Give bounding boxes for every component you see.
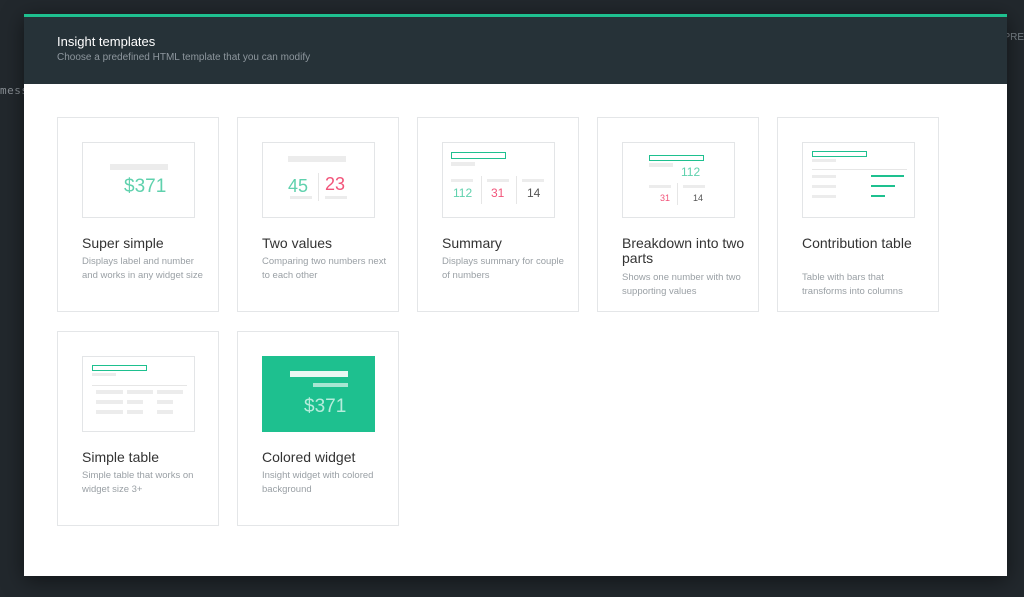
- preview-row-label: [812, 175, 836, 178]
- template-title: Colored widget: [262, 449, 356, 465]
- preview-col-bar: [451, 179, 473, 182]
- template-description: Table with bars that transforms into col…: [802, 272, 903, 297]
- preview-left-value: 45: [288, 176, 309, 196]
- preview-cell: [157, 410, 173, 414]
- summary-preview: 112 31 14: [442, 142, 555, 218]
- preview-value: $371: [124, 176, 167, 197]
- template-card-simple-table[interactable]: Simple table Simple table that works on …: [57, 331, 219, 526]
- contribution-table-preview: [802, 142, 915, 218]
- template-title: Simple table: [82, 449, 160, 465]
- insight-templates-modal: Insight templates Choose a predefined HT…: [24, 14, 1007, 576]
- preview-row-bar: [871, 175, 904, 177]
- preview-title-outline: [92, 365, 147, 371]
- preview-label-bar: [110, 164, 168, 170]
- preview-row-label: [812, 185, 836, 188]
- preview-row-bar: [871, 195, 885, 197]
- preview-right-value: 14: [693, 193, 704, 203]
- preview-row-label: [812, 195, 836, 198]
- preview-divider: [516, 176, 517, 204]
- template-card-contribution-table[interactable]: Contribution table Table with bars that …: [777, 117, 939, 312]
- preview-row-line: [92, 385, 187, 386]
- modal-title: Insight templates: [57, 34, 156, 49]
- super-simple-preview: $371: [82, 142, 195, 218]
- preview-row-bar: [871, 185, 895, 187]
- preview-col-bar: [649, 185, 671, 188]
- preview-sub-bar: [451, 162, 475, 166]
- template-card-super-simple[interactable]: $371 Super simple Displays label and num…: [57, 117, 219, 312]
- preview-sub-bar: [325, 196, 347, 199]
- preview-sub-bar: [92, 373, 116, 376]
- template-card-summary[interactable]: 112 31 14 Summary Displays summary for c…: [417, 117, 579, 312]
- preview-value: $371: [304, 396, 347, 417]
- template-title: Breakdown into two parts: [622, 235, 745, 266]
- preview-col-bar: [487, 179, 509, 182]
- modal-header: Insight templates Choose a predefined HT…: [24, 14, 1007, 84]
- template-title: Super simple: [82, 235, 164, 251]
- two-values-preview: 45 23: [262, 142, 375, 218]
- template-description: Simple table that works on widget size 3…: [82, 470, 194, 495]
- preview-cell: [96, 400, 123, 404]
- preview-divider: [481, 176, 482, 204]
- preview-value-c: 14: [527, 186, 541, 200]
- template-description: Comparing two numbers next to each other: [262, 256, 387, 281]
- modal-subtitle: Choose a predefined HTML template that y…: [57, 52, 311, 63]
- preview-value-a: 112: [453, 186, 473, 200]
- preview-label-bar: [288, 156, 346, 162]
- colored-widget-preview: $371: [262, 356, 375, 432]
- preview-main-value: 112: [681, 165, 701, 179]
- preview-value-b: 31: [491, 186, 505, 200]
- preview-title-outline: [451, 152, 506, 159]
- preview-divider: [318, 173, 319, 201]
- preview-sub-bar: [313, 383, 348, 387]
- template-description: Insight widget with colored background: [262, 470, 374, 495]
- preview-cell: [96, 410, 123, 414]
- preview-title-outline: [812, 151, 867, 157]
- preview-cell: [127, 410, 143, 414]
- preview-left-value: 31: [660, 193, 671, 203]
- preview-cell: [157, 390, 183, 394]
- preview-col-bar: [683, 185, 705, 188]
- preview-divider: [677, 183, 678, 205]
- template-card-colored-widget[interactable]: $371 Colored widget Insight widget with …: [237, 331, 399, 526]
- breakdown-preview: 112 31 14: [622, 142, 735, 218]
- template-description: Displays summary for couple of numbers: [442, 256, 564, 281]
- preview-right-value: 23: [325, 174, 346, 194]
- preview-cell: [127, 390, 153, 394]
- preview-row-line: [812, 169, 907, 170]
- preview-sub-bar: [812, 159, 836, 162]
- preview-col-bar: [522, 179, 544, 182]
- template-title: Two values: [262, 235, 333, 251]
- simple-table-preview: [82, 356, 195, 432]
- preview-cell: [96, 390, 123, 394]
- preview-sub-bar: [649, 163, 673, 167]
- preview-sub-bar: [290, 196, 312, 199]
- template-description: Displays label and number and works in a…: [82, 256, 203, 281]
- preview-cell: [157, 400, 173, 404]
- template-description: Shows one number with two supporting val…: [622, 272, 741, 297]
- template-card-breakdown[interactable]: 112 31 14 Breakdown into two parts Shows…: [597, 117, 759, 312]
- template-title: Contribution table: [802, 235, 912, 251]
- preview-title-outline: [649, 155, 704, 161]
- template-title: Summary: [442, 235, 502, 251]
- preview-label-bar: [290, 371, 348, 377]
- preview-cell: [127, 400, 143, 404]
- template-card-two-values[interactable]: 45 23 Two values Comparing two numbers n…: [237, 117, 399, 312]
